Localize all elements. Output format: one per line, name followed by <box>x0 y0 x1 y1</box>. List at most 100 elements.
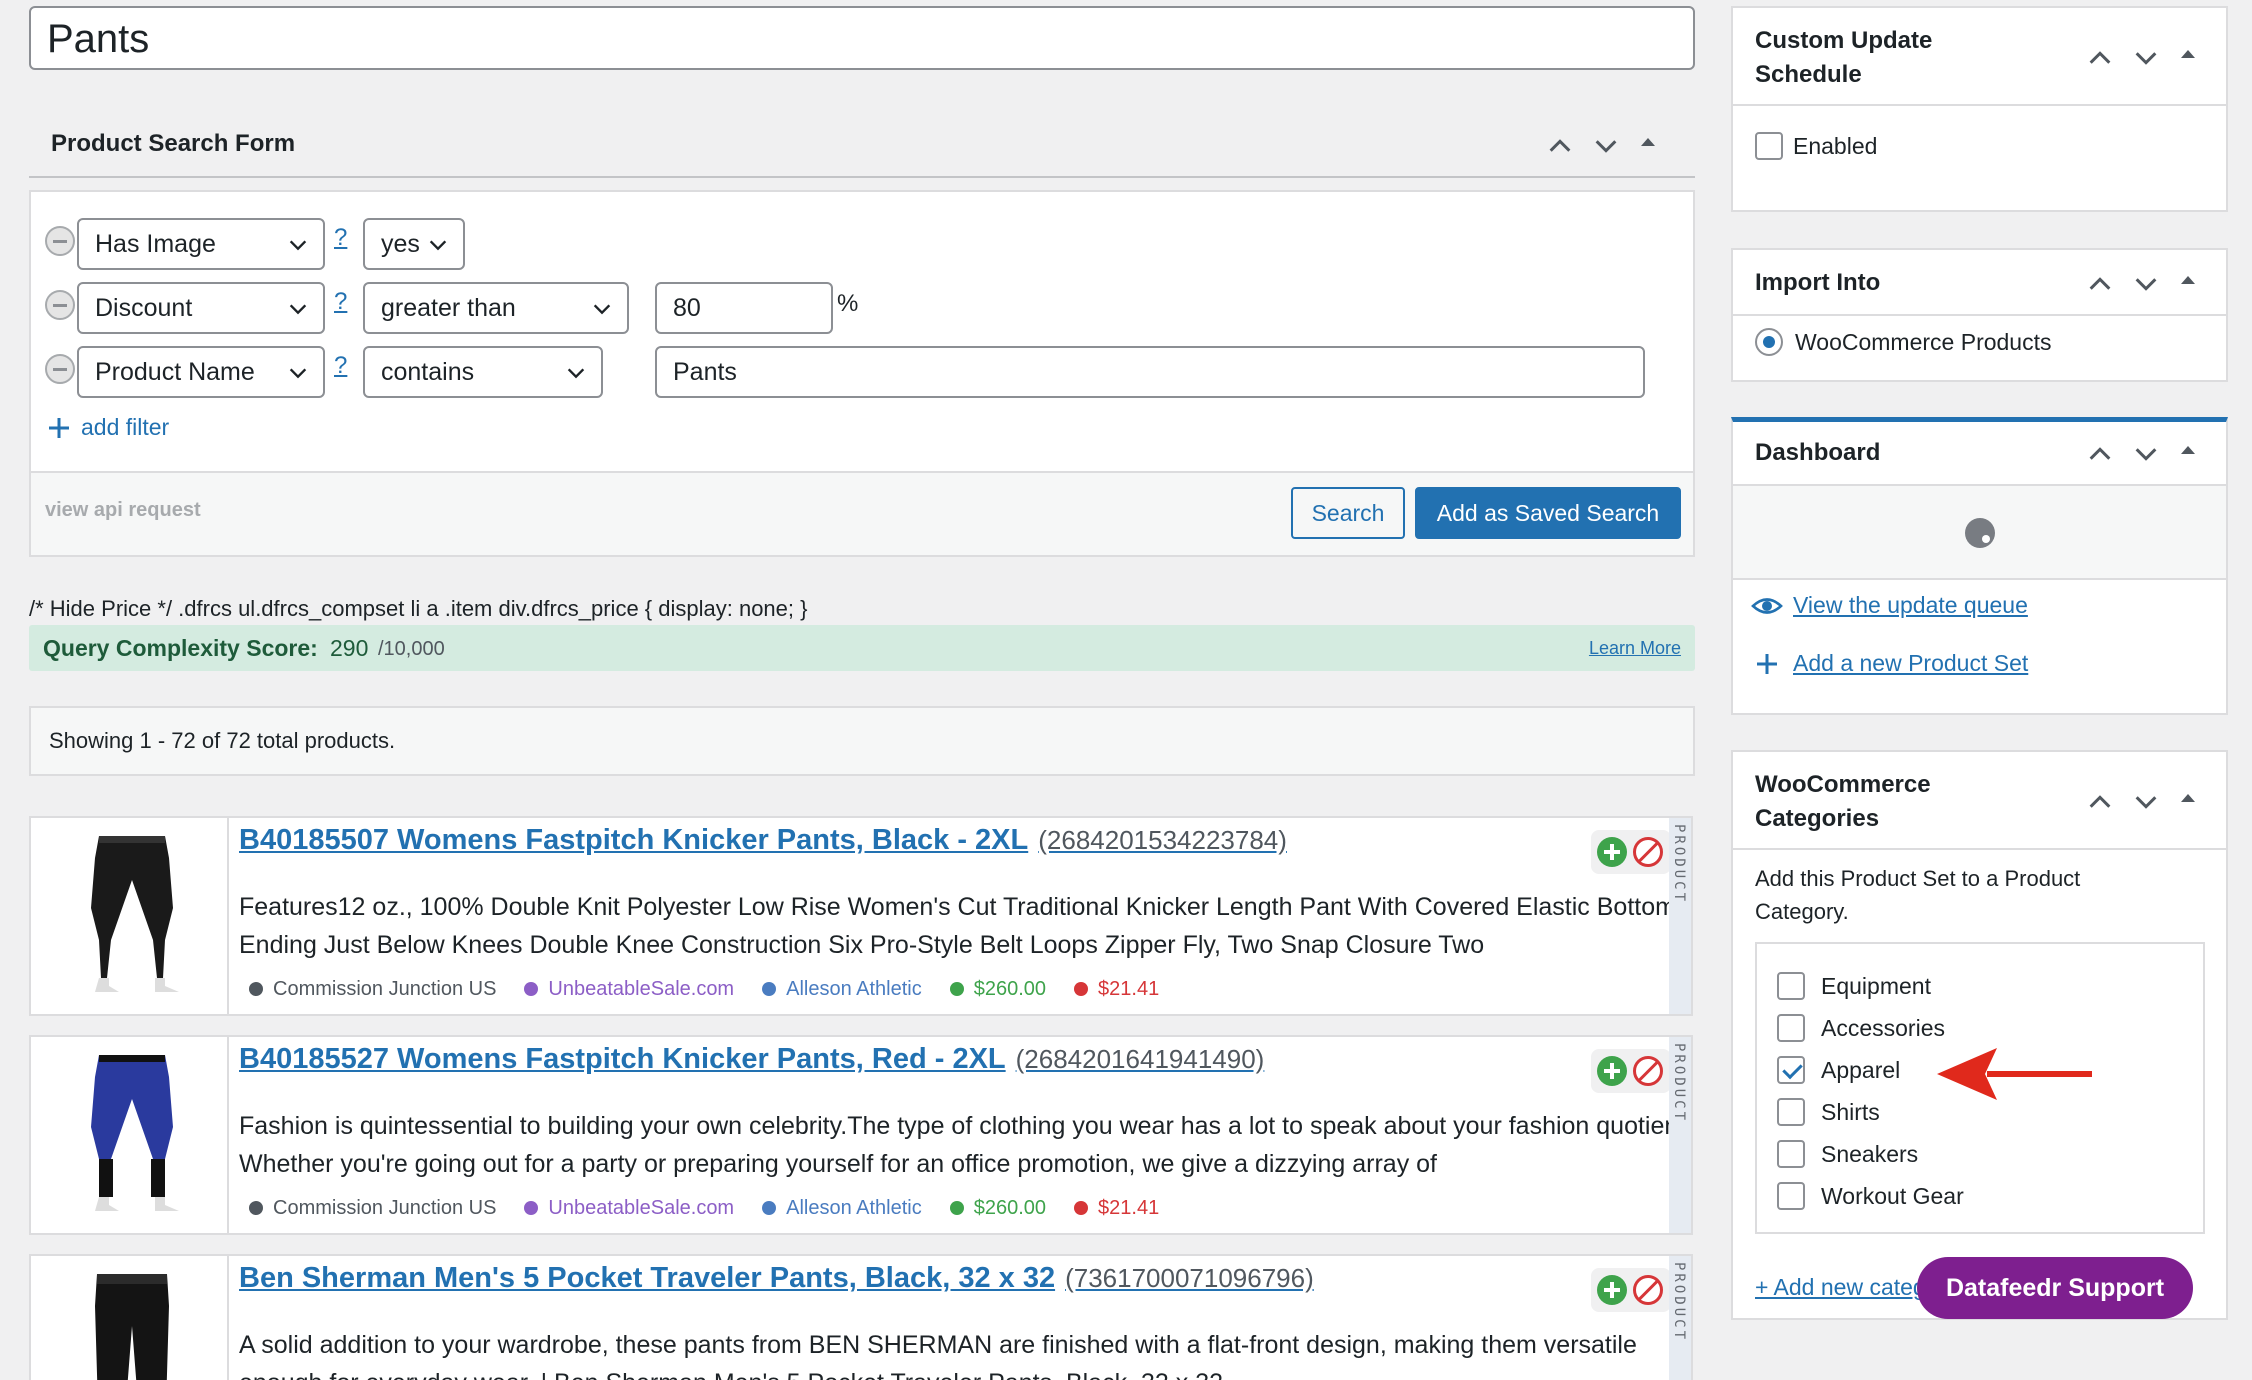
product-name-input[interactable]: Pants <box>655 346 1645 398</box>
import-into-header: Import Into <box>1733 250 2226 316</box>
add-product-icon[interactable] <box>1597 1056 1627 1086</box>
search-button[interactable]: Search <box>1291 487 1405 539</box>
move-down-icon[interactable] <box>2132 44 2160 72</box>
enabled-option[interactable]: Enabled <box>1755 132 1877 160</box>
box-controls <box>2086 270 2206 298</box>
category-item-sneakers[interactable]: Sneakers <box>1777 1140 1918 1168</box>
move-down-icon[interactable] <box>2132 788 2160 816</box>
category-item-accessories[interactable]: Accessories <box>1777 1014 1945 1042</box>
category-item-equipment[interactable]: Equipment <box>1777 972 1931 1000</box>
add-product-set-label[interactable]: Add a new Product Set <box>1793 650 2028 677</box>
product-description: Features12 oz., 100% Double Knit Polyest… <box>239 893 1689 959</box>
filter-operator-select[interactable]: contains <box>363 346 603 398</box>
category-item-workout-gear[interactable]: Workout Gear <box>1777 1182 1964 1210</box>
brand-label: Alleson Athletic <box>762 978 922 1001</box>
categories-header: WooCommerce Categories <box>1733 752 2226 850</box>
add-product-icon[interactable] <box>1597 837 1627 867</box>
filter-operator-value: contains <box>381 358 475 386</box>
learn-more-link[interactable]: Learn More <box>1589 638 1681 659</box>
support-button[interactable]: Datafeedr Support <box>1917 1257 2193 1319</box>
box-controls <box>2086 788 2206 816</box>
product-title[interactable]: B40185507 Womens Fastpitch Knicker Pants… <box>239 824 1028 856</box>
move-up-icon[interactable] <box>2086 440 2114 468</box>
filter-operator-select[interactable]: greater than <box>363 282 629 334</box>
filter-help-link[interactable]: ? <box>334 224 347 252</box>
block-product-icon[interactable] <box>1633 837 1663 867</box>
category-checkbox[interactable] <box>1777 1140 1805 1168</box>
product-thumbnail[interactable] <box>61 1266 203 1380</box>
search-form-controls <box>1546 132 1666 160</box>
move-down-icon[interactable] <box>2132 270 2160 298</box>
filter-field-select[interactable]: Has Image <box>77 218 325 270</box>
category-item-shirts[interactable]: Shirts <box>1777 1098 1880 1126</box>
add-saved-search-button[interactable]: Add as Saved Search <box>1415 487 1681 539</box>
view-queue-link[interactable]: View the update queue <box>1751 592 2028 619</box>
product-type-strip: PRODUCT <box>1669 1256 1691 1380</box>
discount-value-input[interactable]: 80 <box>655 282 833 334</box>
percent-suffix: % <box>837 290 859 317</box>
add-product-icon[interactable] <box>1597 1275 1627 1305</box>
remove-filter-icon[interactable] <box>45 290 75 320</box>
category-checkbox[interactable] <box>1777 972 1805 1000</box>
plus-icon <box>49 417 69 438</box>
category-checkbox[interactable] <box>1777 1098 1805 1126</box>
plus-icon <box>1757 653 1777 674</box>
remove-filter-icon[interactable] <box>45 226 75 256</box>
collapse-toggle-icon[interactable] <box>2178 788 2206 816</box>
add-filter-label: add filter <box>81 414 170 440</box>
product-thumbnail[interactable] <box>61 828 203 1004</box>
category-checkbox-checked[interactable] <box>1777 1056 1805 1084</box>
update-schedule-header: Custom Update Schedule <box>1733 8 2226 106</box>
brand-label: Alleson Athletic <box>762 1197 922 1220</box>
chevron-down-icon <box>287 362 309 384</box>
remove-filter-icon[interactable] <box>45 354 75 384</box>
view-queue-label[interactable]: View the update queue <box>1793 592 2028 619</box>
block-product-icon[interactable] <box>1633 1056 1663 1086</box>
price-label: $260.00 <box>949 978 1046 1001</box>
add-filter-link[interactable]: add filter <box>47 414 169 441</box>
woocommerce-products-radio[interactable] <box>1755 328 1783 356</box>
filter-field-select[interactable]: Product Name <box>77 346 325 398</box>
category-item-apparel[interactable]: Apparel <box>1777 1056 1900 1084</box>
move-down-icon[interactable] <box>2132 440 2160 468</box>
card-divider <box>227 1256 229 1380</box>
category-checkbox[interactable] <box>1777 1182 1805 1210</box>
collapse-toggle-icon[interactable] <box>2178 270 2206 298</box>
chevron-down-icon <box>427 234 449 256</box>
product-title[interactable]: B40185527 Womens Fastpitch Knicker Pants… <box>239 1043 1006 1075</box>
product-title[interactable]: Ben Sherman Men's 5 Pocket Traveler Pant… <box>239 1262 1055 1294</box>
add-product-set-link[interactable]: Add a new Product Set <box>1755 650 2028 677</box>
filter-field-select[interactable]: Discount <box>77 282 325 334</box>
filter-field-value: Discount <box>95 294 193 322</box>
move-up-icon[interactable] <box>2086 44 2114 72</box>
product-title-link[interactable]: B40185527 Womens Fastpitch Knicker Pants… <box>239 1043 1264 1076</box>
enabled-checkbox[interactable] <box>1755 132 1783 160</box>
merchant-label: UnbeatableSale.com <box>524 1197 734 1220</box>
move-up-icon[interactable] <box>2086 788 2114 816</box>
filter-field-value: Product Name <box>95 358 255 386</box>
filter-help-link[interactable]: ? <box>334 288 347 316</box>
product-title-link[interactable]: B40185507 Womens Fastpitch Knicker Pants… <box>239 824 1287 857</box>
filter-operator-select[interactable]: yes <box>363 218 465 270</box>
view-api-request-link[interactable]: view api request <box>45 499 201 522</box>
move-down-icon[interactable] <box>1592 132 1620 160</box>
score-label: Query Complexity Score: <box>43 635 318 661</box>
divider <box>29 176 1695 178</box>
collapse-toggle-icon[interactable] <box>2178 44 2206 72</box>
collapse-toggle-icon[interactable] <box>1638 132 1666 160</box>
product-thumbnail[interactable] <box>61 1047 203 1223</box>
product-title-link[interactable]: Ben Sherman Men's 5 Pocket Traveler Pant… <box>239 1262 1314 1295</box>
chevron-down-icon <box>565 362 587 384</box>
card-divider <box>227 1037 229 1233</box>
dashboard-box: Dashboard View the update queue Add a ne… <box>1731 417 2228 715</box>
filter-help-link[interactable]: ? <box>334 352 347 380</box>
sale-price-label: $21.41 <box>1074 978 1159 1001</box>
move-up-icon[interactable] <box>2086 270 2114 298</box>
product-set-title-input[interactable]: Pants <box>29 6 1695 70</box>
product-card: B40185527 Womens Fastpitch Knicker Pants… <box>29 1035 1693 1235</box>
move-up-icon[interactable] <box>1546 132 1574 160</box>
collapse-toggle-icon[interactable] <box>2178 440 2206 468</box>
woocommerce-products-option[interactable]: WooCommerce Products <box>1755 328 2052 356</box>
block-product-icon[interactable] <box>1633 1275 1663 1305</box>
category-checkbox[interactable] <box>1777 1014 1805 1042</box>
